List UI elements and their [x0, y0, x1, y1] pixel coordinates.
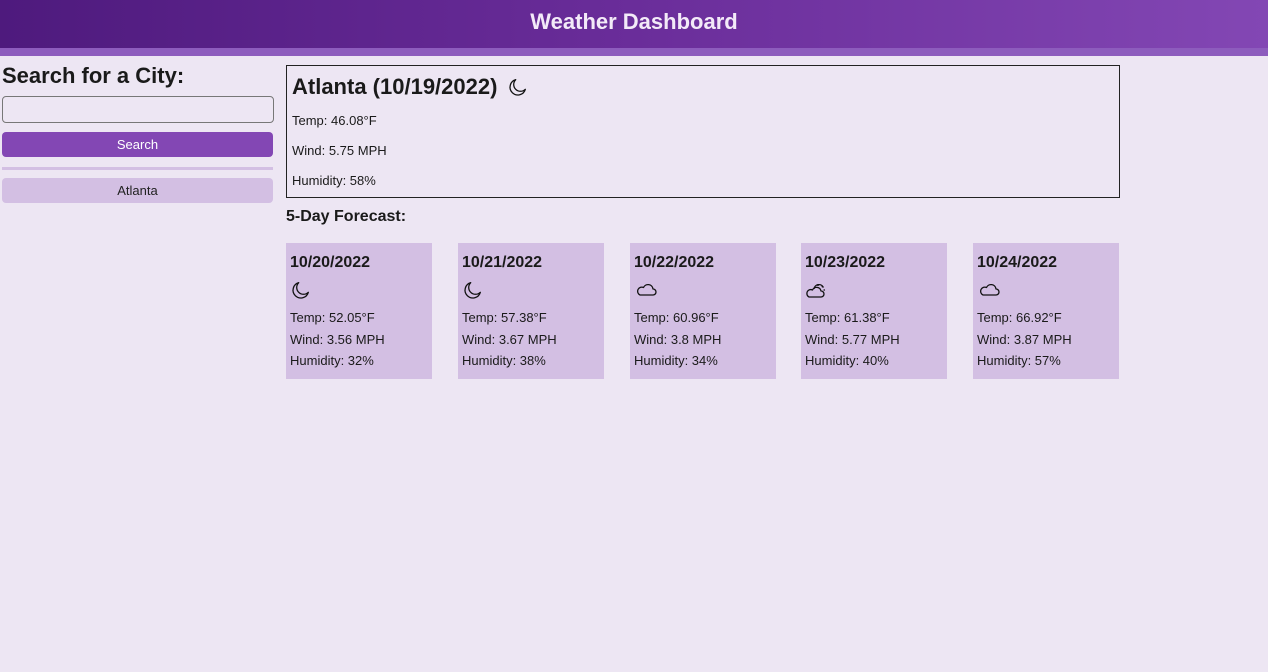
forecast-humidity: Humidity: 34% [634, 353, 718, 368]
current-city-date: Atlanta (10/19/2022) [292, 74, 498, 99]
forecast-card: 10/20/2022 Temp: 52.05°F Wind: 3.56 MPH … [286, 243, 432, 379]
forecast-card: 10/21/2022 Temp: 57.38°F Wind: 3.67 MPH … [458, 243, 604, 379]
cloud-icon [634, 279, 772, 301]
forecast-temp: Temp: 52.05°F [290, 310, 375, 325]
main-layout: Search for a City: Search Atlanta Atlant… [0, 56, 1268, 672]
moon-icon [290, 279, 428, 301]
moon-icon [507, 76, 529, 98]
app-header: Weather Dashboard [0, 0, 1268, 48]
forecast-temp: Temp: 66.92°F [977, 310, 1062, 325]
history-city-atlanta-button[interactable]: Atlanta [2, 178, 273, 203]
forecast-card: 10/24/2022 Temp: 66.92°F Wind: 3.87 MPH … [973, 243, 1119, 379]
city-search-input[interactable] [2, 96, 274, 123]
forecast-heading: 5-Day Forecast: [286, 208, 407, 225]
forecast-wind: Wind: 3.67 MPH [462, 331, 557, 347]
forecast-humidity: Humidity: 40% [805, 353, 889, 368]
forecast-date: 10/23/2022 [805, 254, 886, 271]
sidebar-divider [2, 167, 273, 170]
sidebar: Search for a City: Search Atlanta [2, 62, 274, 203]
forecast-date: 10/22/2022 [634, 254, 715, 271]
moon-icon [462, 279, 600, 301]
current-weather-card: Atlanta (10/19/2022) Temp: 46.08°F Wind:… [286, 65, 1120, 198]
current-temp: Temp: 46.08°F [292, 113, 377, 128]
cloud-icon [977, 279, 1115, 301]
forecast-card: 10/23/2022 Temp: 61.38°F Wind: 5.77 MPH … [801, 243, 947, 379]
forecast-temp: Temp: 57.38°F [462, 310, 547, 325]
forecast-humidity: Humidity: 57% [977, 353, 1061, 368]
forecast-humidity: Humidity: 38% [462, 353, 546, 368]
forecast-date: 10/24/2022 [977, 254, 1058, 271]
partly-cloudy-icon [805, 279, 943, 301]
current-weather-title: Atlanta (10/19/2022) [292, 73, 1114, 101]
current-wind: Wind: 5.75 MPH [292, 143, 387, 158]
app-title: Weather Dashboard [530, 9, 738, 34]
forecast-humidity: Humidity: 32% [290, 353, 374, 368]
forecast-wind: Wind: 3.87 MPH [977, 331, 1072, 347]
forecast-wind: Wind: 3.8 MPH [634, 331, 722, 347]
forecast-wind: Wind: 5.77 MPH [805, 331, 900, 347]
forecast-temp: Temp: 61.38°F [805, 310, 890, 325]
current-humidity: Humidity: 58% [292, 173, 376, 188]
forecast-row: 10/20/2022 Temp: 52.05°F Wind: 3.56 MPH … [286, 243, 1120, 379]
search-heading: Search for a City: [2, 63, 185, 88]
header-stripe [0, 48, 1268, 56]
forecast-temp: Temp: 60.96°F [634, 310, 719, 325]
forecast-wind: Wind: 3.56 MPH [290, 331, 385, 347]
forecast-date: 10/20/2022 [290, 254, 371, 271]
search-button[interactable]: Search [2, 132, 273, 157]
forecast-date: 10/21/2022 [462, 254, 543, 271]
forecast-card: 10/22/2022 Temp: 60.96°F Wind: 3.8 MPH H… [630, 243, 776, 379]
